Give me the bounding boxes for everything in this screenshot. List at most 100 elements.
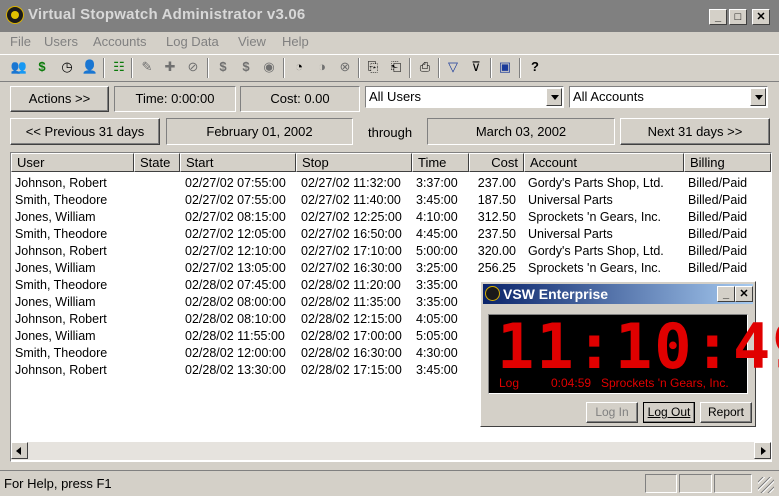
toolbar-separator [358, 58, 360, 78]
timer-stop-icon[interactable]: ⊗ [336, 58, 354, 76]
user-edit-icon[interactable]: 👤 [81, 58, 99, 76]
menu-log-data[interactable]: Log Data [166, 34, 219, 49]
chevron-down-icon[interactable] [546, 88, 562, 106]
menu-accounts[interactable]: Accounts [93, 34, 146, 49]
table-cell-start: 02/27/02 07:55:00 [185, 193, 286, 207]
next-31-days-button[interactable]: Next 31 days >> [620, 118, 770, 145]
table-cell-user: Johnson, Robert [15, 312, 107, 326]
users-filter-select[interactable]: All Users [365, 86, 564, 108]
scroll-right-button[interactable] [754, 442, 771, 459]
log-delete-icon[interactable]: ⊘ [184, 58, 202, 76]
vsw-enterprise-window: VSW Enterprise _ ✕ 11:10:49 Log 0:04:59 … [480, 281, 779, 427]
filter-edit-icon[interactable]: ⊽ [467, 58, 485, 76]
menu-bar: File Users Accounts Log Data View Help [0, 32, 779, 52]
properties-icon[interactable]: ▣ [496, 58, 514, 76]
filter-icon[interactable]: ▽ [444, 58, 462, 76]
toolbar: 👥 $ ◷ 👤 ☷ ✎ ✚ ⊘ $ $ ◉ ◔ ◑ ⊗ ⎘ ⎗ ⎙ ▽ ⊽ ▣ … [0, 54, 779, 82]
chevron-down-icon[interactable] [750, 88, 766, 106]
table-row[interactable]: Jones, William 02/27/02 13:05:00 02/27/02 … [11, 260, 771, 277]
close-button[interactable]: ✕ [752, 9, 770, 25]
accounts-filter-select[interactable]: All Accounts [569, 86, 768, 108]
column-header-billing[interactable]: Billing [684, 153, 771, 172]
paste-icon[interactable]: ⎗ [387, 58, 405, 76]
popup-title-bar: VSW Enterprise _ ✕ [483, 284, 753, 304]
minimize-button[interactable]: _ [709, 9, 727, 25]
table-cell-billing: Billed/Paid [688, 193, 748, 207]
column-header-state[interactable]: State [134, 153, 180, 172]
report-icon[interactable]: ☷ [110, 58, 128, 76]
led-display: 11:10:49 Log 0:04:59 Sprockets 'n Gears,… [488, 314, 779, 394]
table-cell-start: 02/27/02 12:10:00 [185, 244, 286, 258]
log-edit-icon[interactable]: ✎ [138, 58, 156, 76]
column-header-time[interactable]: Time [412, 153, 469, 172]
table-cell-time: 3:35:00 [416, 295, 458, 309]
table-cell-start: 02/27/02 13:05:00 [185, 261, 286, 275]
previous-31-days-button[interactable]: << Previous 31 days [10, 118, 160, 145]
copy-icon[interactable]: ⎘ [364, 58, 382, 76]
popup-close-button[interactable]: ✕ [735, 286, 753, 302]
table-cell-billing: Billed/Paid [688, 244, 748, 258]
table-cell-start: 02/27/02 07:55:00 [185, 176, 286, 190]
table-cell-account: Gordy's Parts Shop, Ltd. [528, 176, 664, 190]
status-bar: For Help, press F1 [0, 470, 779, 496]
table-cell-stop: 02/28/02 11:35:00 [301, 295, 401, 309]
stopwatch-app-icon[interactable] [485, 286, 500, 301]
table-cell-stop: 02/27/02 17:10:00 [301, 244, 402, 258]
column-header-user[interactable]: User [11, 153, 134, 172]
table-row[interactable]: Smith, Theodore 02/27/02 07:55:00 02/27/02… [11, 192, 771, 209]
table-cell-stop: 02/27/02 12:25:00 [301, 210, 402, 224]
toolbar-separator [207, 58, 209, 78]
table-cell-stop: 02/28/02 16:30:00 [301, 346, 402, 360]
menu-help[interactable]: Help [282, 34, 309, 49]
maximize-button[interactable]: □ [729, 9, 747, 25]
column-header-account[interactable]: Account [524, 153, 684, 172]
timer-start-icon[interactable]: ◔ [290, 58, 308, 76]
table-cell-time: 3:37:00 [416, 176, 458, 190]
users-filter-value: All Users [369, 89, 422, 104]
table-cell-user: Smith, Theodore [15, 193, 108, 207]
menu-users[interactable]: Users [44, 34, 78, 49]
table-cell-user: Smith, Theodore [15, 346, 108, 360]
timer-split-icon[interactable]: ◑ [313, 58, 331, 76]
table-row[interactable]: Smith, Theodore 02/27/02 12:05:00 02/27/02… [11, 226, 771, 243]
rate-edit-icon[interactable]: $ [237, 58, 255, 76]
table-row[interactable]: Johnson, Robert 02/27/02 07:55:00 02/27/02… [11, 175, 771, 192]
popup-minimize-button[interactable]: _ [717, 286, 735, 302]
users-icon[interactable]: 👥 [10, 58, 28, 76]
status-pane [645, 474, 677, 493]
clock-icon[interactable]: ◷ [58, 58, 76, 76]
stopwatch-app-icon[interactable] [6, 6, 24, 24]
rate-icon[interactable]: $ [214, 58, 232, 76]
table-cell-billing: Billed/Paid [688, 176, 748, 190]
report-button[interactable]: Report [700, 402, 752, 423]
menu-view[interactable]: View [238, 34, 266, 49]
end-date: March 03, 2002 [427, 118, 615, 145]
table-cell-stop: 02/28/02 17:15:00 [301, 363, 402, 377]
toolbar-separator [103, 58, 105, 78]
menu-file[interactable]: File [10, 34, 31, 49]
table-row[interactable]: Johnson, Robert 02/27/02 12:10:00 02/27/02… [11, 243, 771, 260]
column-header-start[interactable]: Start [180, 153, 296, 172]
log-in-button[interactable]: Log In [586, 402, 638, 423]
dollar-icon[interactable]: $ [33, 58, 51, 76]
scroll-left-button[interactable] [11, 442, 28, 459]
column-header-stop[interactable]: Stop [296, 153, 412, 172]
help-icon[interactable]: ? [526, 58, 544, 76]
log-add-icon[interactable]: ✚ [161, 58, 179, 76]
table-cell-stop: 02/28/02 12:15:00 [301, 312, 402, 326]
table-cell-cost: 312.50 [477, 210, 516, 224]
led-mode: Log [499, 376, 520, 390]
resize-grip[interactable] [758, 477, 774, 493]
led-account: Sprockets 'n Gears, Inc. [601, 376, 729, 390]
horizontal-scrollbar[interactable] [11, 442, 771, 460]
toolbar-separator [490, 58, 492, 78]
time-total: Time: 0:00:00 [114, 86, 236, 112]
print-icon[interactable]: ⎙ [416, 58, 434, 76]
actions-button[interactable]: Actions >> [10, 86, 109, 112]
status-pane [714, 474, 752, 493]
column-header-cost[interactable]: Cost [469, 153, 524, 172]
table-cell-account: Universal Parts [528, 193, 613, 207]
table-row[interactable]: Jones, William 02/27/02 08:15:00 02/27/02 … [11, 209, 771, 226]
log-out-button[interactable]: Log Out [643, 402, 695, 423]
globe-icon[interactable]: ◉ [260, 58, 278, 76]
